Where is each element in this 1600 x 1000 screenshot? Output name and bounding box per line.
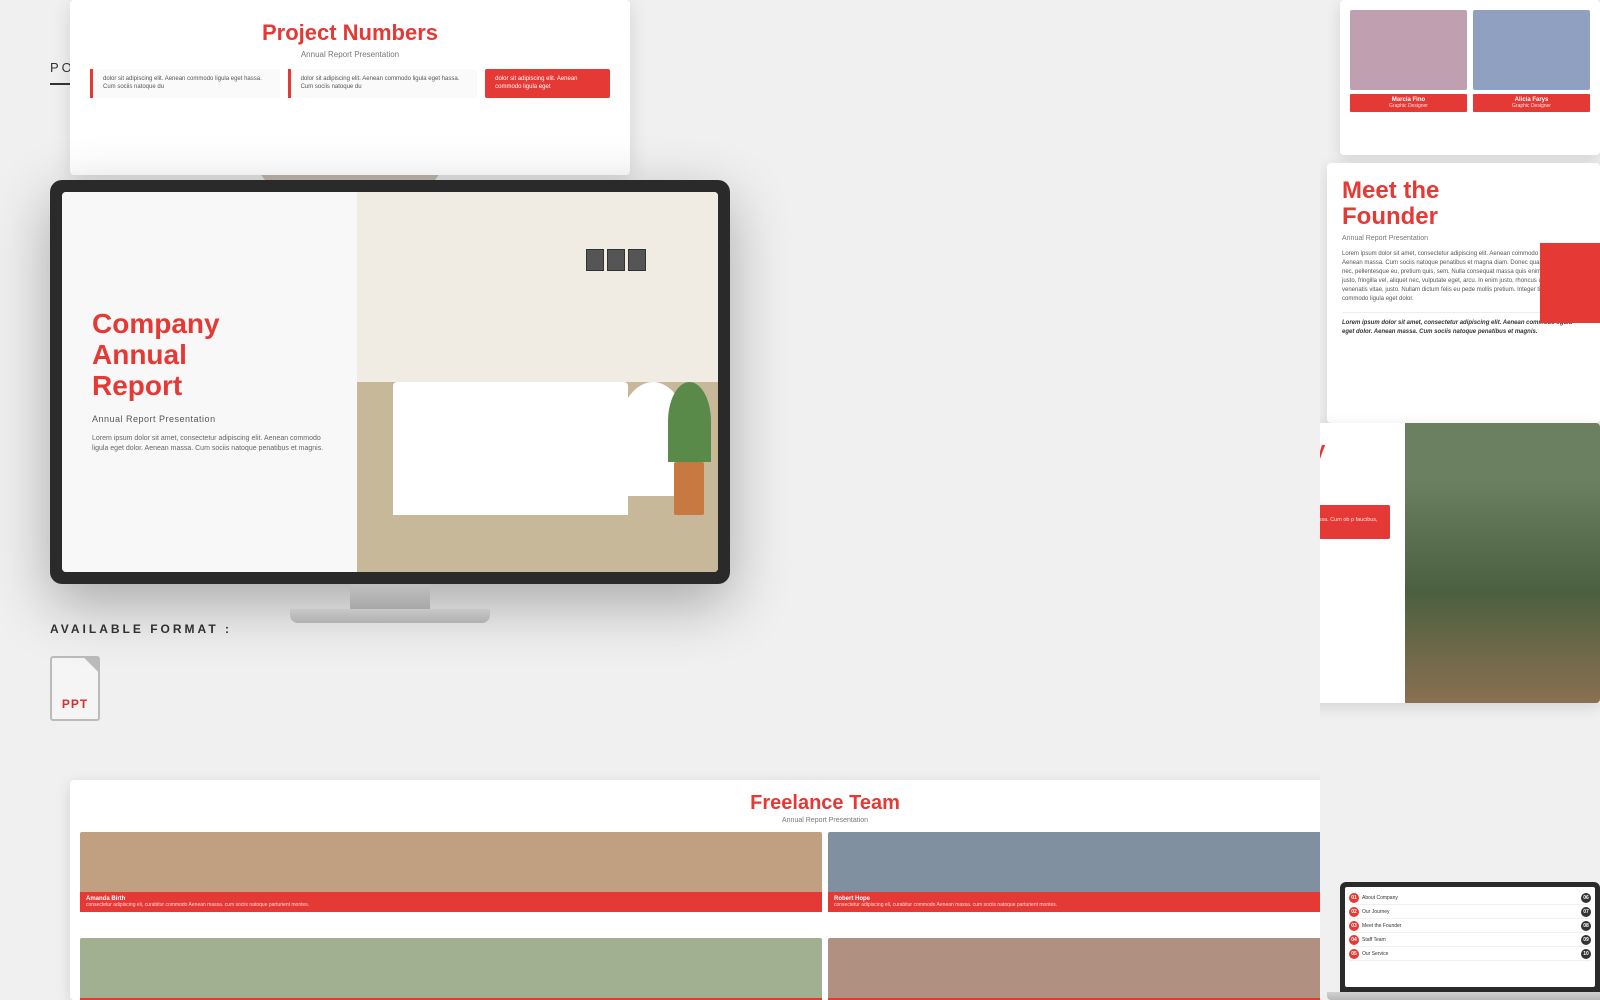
- pn-card-1-text: dolor sit adipiscing elit. Aenean commod…: [103, 75, 270, 92]
- laptop-toc-num-4: 04: [1349, 935, 1359, 945]
- pn-card-2: dolor sit adipiscing elit. Aenean commod…: [288, 69, 478, 98]
- laptop-toc-label-5: Our Service: [1362, 951, 1578, 957]
- freelance-card-3: Lauren Florencia: [80, 938, 822, 1000]
- freelance-card-info-1: Amanda Birth consectetur adipiscing eli,…: [80, 892, 822, 912]
- laptop-toc-num-right-2: 07: [1581, 907, 1591, 917]
- laptop-toc-label-2: Our Journey: [1362, 909, 1578, 915]
- laptop-toc-label-3: Meet the Founder: [1362, 923, 1578, 929]
- company-story-desc-box: Story Description Lorem ipsum c commodo …: [1320, 505, 1390, 538]
- room-frames: [586, 249, 646, 271]
- meet-founder-photo: [1540, 243, 1600, 323]
- room-frame-2: [607, 249, 625, 271]
- laptop-toc-num-2: 02: [1349, 907, 1359, 917]
- monitor-container: Company Annual Report Annual Report Pres…: [50, 180, 730, 623]
- laptop-toc-label-1: About Company: [1362, 895, 1578, 901]
- freelance-member-photo-1: [80, 832, 822, 892]
- laptop-toc-item-1: 01 About Company 06: [1349, 891, 1591, 905]
- team-member-2: Alicia Farys Graphic Designer: [1473, 10, 1590, 112]
- monitor-screen-wrapper: Company Annual Report Annual Report Pres…: [50, 180, 730, 584]
- company-story-left: Company Story Annual Report Pr... Story …: [1320, 423, 1405, 560]
- slide-left-content: Company Annual Report Annual Report Pres…: [62, 192, 357, 572]
- slide-body-text: Lorem ipsum dolor sit amet, consectetur …: [92, 434, 327, 455]
- laptop-toc-item-4: 04 Staff Team 09: [1349, 933, 1591, 947]
- laptop-toc-label-4: Staff Team: [1362, 937, 1578, 943]
- monitor-stand-base: [290, 609, 490, 623]
- laptop-toc-num-right-5: 10: [1581, 949, 1591, 959]
- pn-card-3: dolor sit adipiscing elit. Aenean commod…: [485, 69, 610, 98]
- file-icon: PPT: [50, 656, 110, 726]
- project-numbers-subtitle: Annual Report Presentation: [90, 50, 610, 59]
- freelance-member-photo-3: [80, 938, 822, 998]
- laptop-toc-num-3: 03: [1349, 921, 1359, 931]
- laptop-screen-wrapper: 01 About Company 06 02 Our Journey 07 03…: [1340, 882, 1600, 992]
- team-member-role-1: Graphic Designer: [1353, 103, 1464, 109]
- laptop-toc-item-3: 03 Meet the Founder 08: [1349, 919, 1591, 933]
- team-member-photo-1: [1350, 10, 1467, 90]
- freelance-card-1: Amanda Birth consectetur adipiscing eli,…: [80, 832, 822, 932]
- team-member-1: Marcia Fino Graphic Designer: [1350, 10, 1467, 112]
- monitor-screen: Company Annual Report Annual Report Pres…: [62, 192, 718, 572]
- pn-card-3-text: dolor sit adipiscing elit. Aenean commod…: [495, 75, 600, 92]
- laptop-screen: 01 About Company 06 02 Our Journey 07 03…: [1345, 887, 1595, 987]
- company-story-right: [1405, 423, 1600, 703]
- project-numbers-cards: dolor sit adipiscing elit. Aenean commod…: [90, 69, 610, 98]
- laptop-toc-num-right-1: 06: [1581, 893, 1591, 903]
- meet-founder-subtitle: Annual Report Presentation: [1342, 235, 1585, 242]
- laptop-container: 01 About Company 06 02 Our Journey 07 03…: [1340, 882, 1600, 1000]
- team-member-role-2: Graphic Designer: [1476, 103, 1587, 109]
- file-icon-corner: [84, 658, 98, 672]
- room-bed: [393, 382, 628, 515]
- project-numbers-title: Project Numbers: [90, 20, 610, 46]
- laptop-toc-num-1: 01: [1349, 893, 1359, 903]
- slide-company-title: Company Annual Report: [92, 309, 327, 401]
- meet-founder-slide: Meet the Founder Annual Report Presentat…: [1327, 163, 1600, 423]
- laptop-toc-num-5: 05: [1349, 949, 1359, 959]
- company-story-plant-image: [1405, 423, 1600, 703]
- slide-right-image: [357, 192, 718, 572]
- slide-subtitle: Annual Report Presentation: [92, 414, 327, 424]
- project-numbers-slide: Project Numbers Annual Report Presentati…: [70, 0, 630, 175]
- pn-card-1: dolor sit adipiscing elit. Aenean commod…: [90, 69, 280, 98]
- team-grid: Marcia Fino Graphic Designer Alicia Fary…: [1340, 0, 1600, 122]
- company-story-desc-text: Lorem ipsum c commodo ligu... massa. Cum…: [1320, 517, 1382, 532]
- laptop-toc-item-2: 02 Our Journey 07: [1349, 905, 1591, 919]
- meet-founder-title: Meet the Founder: [1342, 178, 1585, 231]
- company-story-slide: Company Story Annual Report Pr... Story …: [1320, 423, 1600, 703]
- room-frame-3: [628, 249, 646, 271]
- monitor-stand-neck: [350, 584, 430, 609]
- ppt-badge: PPT: [62, 697, 88, 711]
- company-story-title: Company Story: [1320, 438, 1390, 486]
- format-icon-container: PPT: [50, 656, 390, 726]
- team-member-bar-2: Alicia Farys Graphic Designer: [1473, 94, 1590, 112]
- room-wall: [357, 192, 718, 401]
- laptop-toc-content: 01 About Company 06 02 Our Journey 07 03…: [1345, 887, 1595, 965]
- room-frame-1: [586, 249, 604, 271]
- freelance-member-desc-1: consectetur adipiscing eli, curabitur co…: [86, 902, 816, 908]
- room-plant: [668, 382, 711, 515]
- room-illustration: [357, 192, 718, 572]
- company-story-subtitle: Annual Report Pr...: [1320, 490, 1390, 497]
- laptop-base: [1327, 992, 1600, 1000]
- laptop-toc-num-right-4: 09: [1581, 935, 1591, 945]
- laptop-toc-item-5: 05 Our Service 10: [1349, 947, 1591, 961]
- right-panel: Marcia Fino Graphic Designer Alicia Fary…: [1320, 0, 1600, 1000]
- team-member-bar-1: Marcia Fino Graphic Designer: [1350, 94, 1467, 112]
- room-plant-leaves: [668, 382, 711, 462]
- team-member-photo-2: [1473, 10, 1590, 90]
- room-plant-pot: [674, 462, 704, 515]
- team-top-slide: Marcia Fino Graphic Designer Alicia Fary…: [1340, 0, 1600, 155]
- laptop-toc-num-right-3: 08: [1581, 921, 1591, 931]
- pn-card-2-text: dolor sit adipiscing elit. Aenean commod…: [301, 75, 468, 92]
- file-icon-body: PPT: [50, 656, 100, 721]
- available-label: AVAILABLE FORMAT :: [50, 622, 390, 636]
